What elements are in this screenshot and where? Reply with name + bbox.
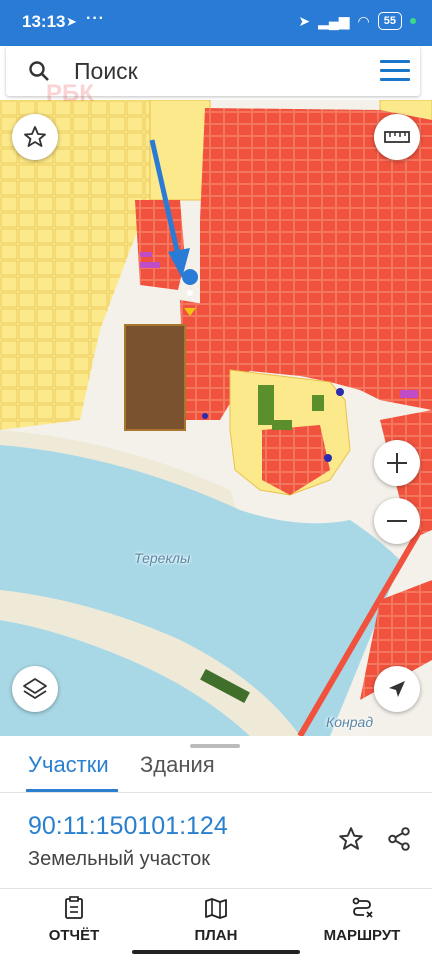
- telegram-icon: ➤: [66, 14, 77, 29]
- status-time: 13:13: [22, 12, 66, 31]
- search-icon: [29, 61, 49, 81]
- minus-icon: [387, 520, 407, 522]
- signal-icon: ▂▄▆: [318, 12, 350, 29]
- star-icon: [24, 126, 46, 147]
- notification-dot: [410, 18, 416, 24]
- location-icon: ➤: [298, 12, 311, 29]
- parcel-info-sheet: Участки Здания 90:11:150101:124 Земельны…: [0, 736, 432, 960]
- tabs-divider: [0, 792, 432, 793]
- logo-watermark: РБК: [46, 80, 94, 107]
- battery-indicator: 55: [377, 12, 402, 30]
- report-icon: [65, 896, 83, 919]
- nav-plan[interactable]: ПЛАН: [186, 896, 246, 944]
- plus-icon: [387, 453, 407, 473]
- sheet-drag-handle[interactable]: [190, 744, 240, 748]
- cadastral-number[interactable]: 90:11:150101:124: [28, 812, 228, 841]
- layers-button[interactable]: [12, 666, 58, 712]
- ruler-icon: [384, 131, 410, 143]
- status-bar: 13:13 ➤ ··· ➤ ▂▄▆ ◠ 55: [0, 0, 432, 46]
- map-label-road: Конрад: [326, 714, 374, 730]
- parcel-type-label: Земельный участок: [28, 848, 211, 870]
- ruler-button[interactable]: [374, 114, 420, 160]
- nav-route-label: МАРШРУТ: [323, 927, 401, 944]
- star-icon[interactable]: [338, 826, 364, 852]
- nav-report-label: ОТЧЁТ: [48, 927, 100, 944]
- system-home-indicator[interactable]: [132, 950, 300, 954]
- route-icon: [352, 897, 373, 918]
- tab-buildings[interactable]: Здания: [140, 752, 215, 778]
- my-location-button[interactable]: [374, 666, 420, 712]
- navigation-arrow-icon: [389, 681, 405, 697]
- map-icon: [205, 898, 227, 919]
- layers-icon: [23, 678, 47, 699]
- map-label-lake: Тереклы: [134, 550, 191, 566]
- favorite-map-button[interactable]: [12, 114, 58, 160]
- nav-report[interactable]: ОТЧЁТ: [44, 896, 104, 944]
- nav-route[interactable]: МАРШРУТ: [312, 896, 412, 944]
- tab-parcels[interactable]: Участки: [28, 752, 109, 778]
- cadastral-map[interactable]: Тереклы Конрад: [0, 100, 432, 736]
- zoom-out-button[interactable]: [374, 498, 420, 544]
- hamburger-menu-icon[interactable]: [380, 60, 410, 82]
- share-icon[interactable]: [386, 826, 412, 852]
- zoom-in-button[interactable]: [374, 440, 420, 486]
- wifi-icon: ◠: [357, 12, 370, 29]
- nav-plan-label: ПЛАН: [194, 927, 238, 944]
- status-more: ···: [86, 10, 105, 27]
